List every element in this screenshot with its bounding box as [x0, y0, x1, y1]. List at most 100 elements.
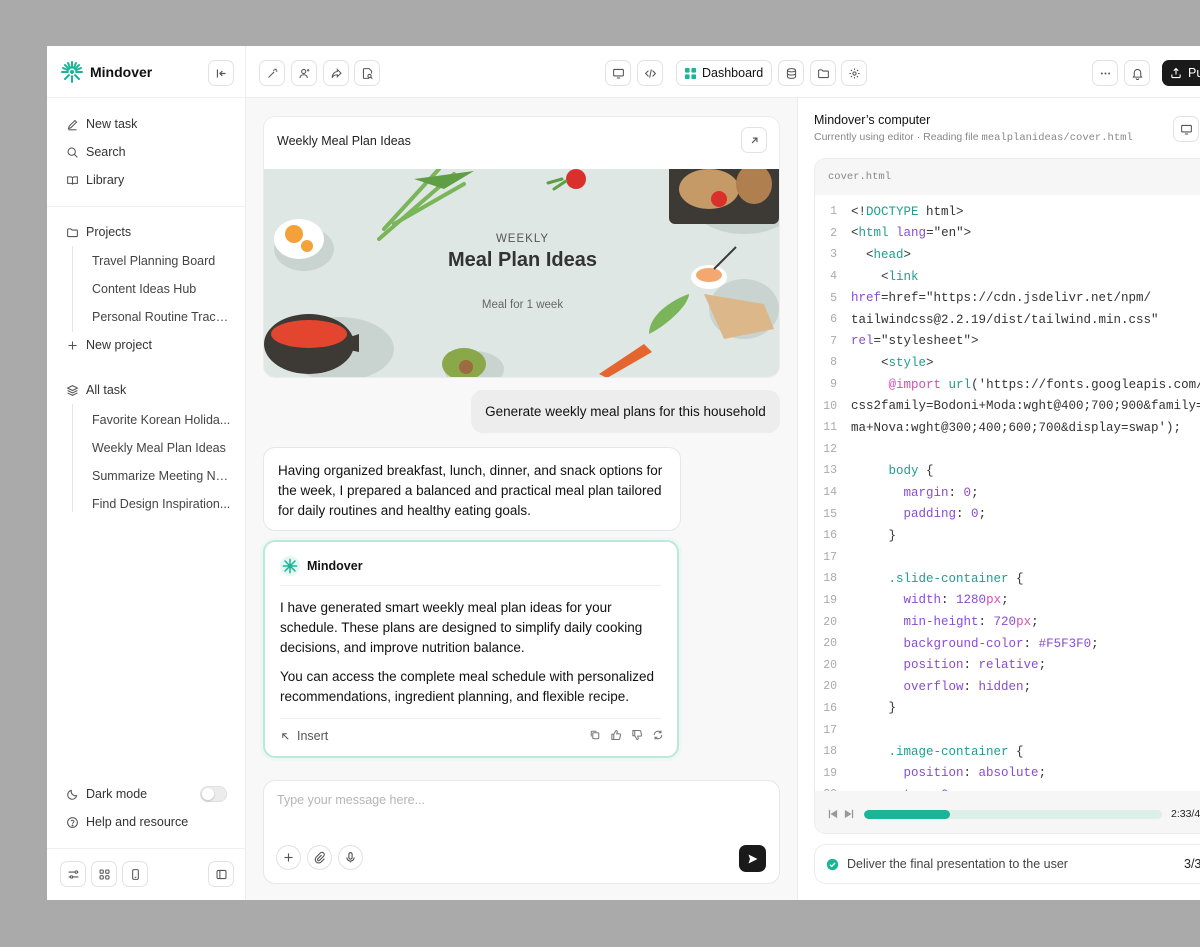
slide-preview-card[interactable]: Weekly Meal Plan Ideas WEEKLY Meal Plan …	[263, 116, 780, 378]
line-number: 18	[823, 572, 837, 586]
database-icon	[785, 67, 798, 80]
settings-sliders-button[interactable]	[60, 861, 86, 887]
more-options-button[interactable]	[1092, 60, 1118, 86]
brand[interactable]: Mindover	[60, 60, 152, 84]
line-number: 11	[823, 421, 837, 435]
projects-header[interactable]: Projects	[66, 225, 131, 239]
line-number: 15	[823, 507, 837, 521]
task-count: 3/3	[1184, 857, 1200, 871]
toggle-panel-button[interactable]	[208, 861, 234, 887]
insert-button[interactable]: Insert	[280, 729, 328, 743]
collapse-sidebar-button[interactable]	[208, 60, 234, 86]
reply-divider	[280, 585, 662, 586]
settings-button[interactable]	[841, 60, 867, 86]
send-button[interactable]	[739, 845, 766, 872]
code-view-button[interactable]	[637, 60, 663, 86]
code-text: ma+Nova:wght@300;400;600;700&display=swa…	[851, 420, 1182, 435]
thumbs-up-icon[interactable]	[610, 729, 622, 741]
code-text: href=href="https://cdn.jsdelivr.net/npm/	[851, 291, 1152, 306]
monitor-icon	[1180, 123, 1193, 136]
regenerate-icon[interactable]	[652, 729, 664, 741]
line-number: 16	[823, 701, 837, 715]
publish-button[interactable]: Pu	[1162, 60, 1200, 86]
code-text: position: relative;	[903, 658, 1047, 673]
line-number: 17	[823, 723, 837, 737]
code-text: margin: 0;	[903, 485, 979, 500]
task-status-row[interactable]: Deliver the final presentation to the us…	[814, 844, 1200, 884]
playback-bar: 2:33/4	[815, 795, 1200, 833]
code-text: tailwindcss@2.2.19/dist/tailwind.min.css…	[851, 312, 1159, 327]
new-task-button[interactable]: New task	[66, 117, 137, 131]
files-button[interactable]	[810, 60, 836, 86]
magic-wand-button[interactable]	[259, 60, 285, 86]
code-line: 17	[815, 719, 1200, 741]
line-number: 4	[830, 270, 837, 284]
sidebar-divider	[47, 97, 246, 98]
code-line: 13 body {	[815, 460, 1200, 482]
code-text: }	[851, 528, 897, 543]
code-text: body {	[888, 463, 934, 478]
reply-divider	[280, 718, 662, 719]
file-tab[interactable]: cover.html	[828, 171, 891, 183]
task-label: Deliver the final presentation to the us…	[847, 857, 1068, 871]
sidebar-item-personal-routine-tracker[interactable]: Personal Routine Tracker	[92, 310, 232, 324]
line-number: 7	[830, 334, 837, 348]
line-number: 14	[823, 486, 837, 500]
line-number: 13	[823, 464, 837, 478]
document-search-button[interactable]	[354, 60, 380, 86]
add-attachment-button[interactable]	[276, 845, 301, 870]
reading-file: mealplanideas/cover.html	[981, 132, 1133, 144]
composer-tools	[276, 845, 363, 870]
phone-icon	[129, 868, 142, 881]
all-tasks-header[interactable]: All task	[66, 383, 126, 397]
add-user-button[interactable]	[291, 60, 317, 86]
message-input[interactable]	[277, 793, 757, 807]
thumbs-down-icon[interactable]	[631, 729, 643, 741]
voice-input-button[interactable]	[338, 845, 363, 870]
help-button[interactable]: Help and resource	[66, 815, 188, 829]
line-number: 17	[823, 550, 837, 564]
new-project-button[interactable]: New project	[66, 338, 152, 352]
skip-forward-icon[interactable]	[844, 809, 854, 819]
preview-button[interactable]	[605, 60, 631, 86]
code-text: <!DOCTYPE html>	[851, 204, 964, 219]
code-line: 5 href=href="https://cdn.jsdelivr.net/npm…	[815, 287, 1200, 309]
line-number: 10	[823, 399, 837, 413]
code-line: 20 top: 0;	[815, 784, 1200, 791]
sidebar-item-task[interactable]: Find Design Inspiration...	[92, 497, 232, 511]
send-icon	[747, 853, 759, 865]
copy-icon[interactable]	[589, 729, 601, 741]
line-number: 2	[830, 226, 837, 240]
code-text: @import url('https://fonts.googleapis.co…	[888, 377, 1200, 392]
sidebar-item-task[interactable]: Weekly Meal Plan Ideas	[92, 441, 232, 455]
skip-back-icon[interactable]	[828, 809, 838, 819]
reading-prefix: Reading file	[923, 131, 979, 143]
search-button[interactable]: Search	[66, 145, 126, 159]
notifications-button[interactable]	[1124, 60, 1150, 86]
computer-view-button[interactable]	[1173, 116, 1199, 142]
computer-panel: Mindover’s computer Currently using edit…	[797, 98, 1200, 900]
code-line: 15 padding: 0;	[815, 503, 1200, 525]
sidebar-item-task[interactable]: Favorite Korean Holida...	[92, 413, 232, 427]
sidebar-item-content-ideas-hub[interactable]: Content Ideas Hub	[92, 282, 232, 296]
line-number: 9	[830, 378, 837, 392]
sidebar-item-task[interactable]: Summarize Meeting No...	[92, 469, 232, 483]
dark-mode-toggle[interactable]	[200, 786, 227, 802]
open-preview-button[interactable]	[741, 127, 767, 153]
sidebar-item-travel-planning-board[interactable]: Travel Planning Board	[92, 254, 232, 268]
code-line: 7 rel="stylesheet">	[815, 331, 1200, 353]
line-number: 1	[830, 205, 837, 219]
apps-grid-button[interactable]	[91, 861, 117, 887]
search-icon	[66, 146, 79, 159]
dashboard-button[interactable]: Dashboard	[676, 60, 773, 86]
share-button[interactable]	[323, 60, 349, 86]
grid-icon	[98, 868, 111, 881]
playback-progress[interactable]	[864, 810, 1162, 819]
code-text: background-color: #F5F3F0;	[903, 636, 1099, 651]
code-text: <link	[851, 269, 919, 284]
code-line: 8 <style>	[815, 352, 1200, 374]
mobile-button[interactable]	[122, 861, 148, 887]
attach-file-button[interactable]	[307, 845, 332, 870]
library-button[interactable]: Library	[66, 173, 124, 187]
database-button[interactable]	[778, 60, 804, 86]
